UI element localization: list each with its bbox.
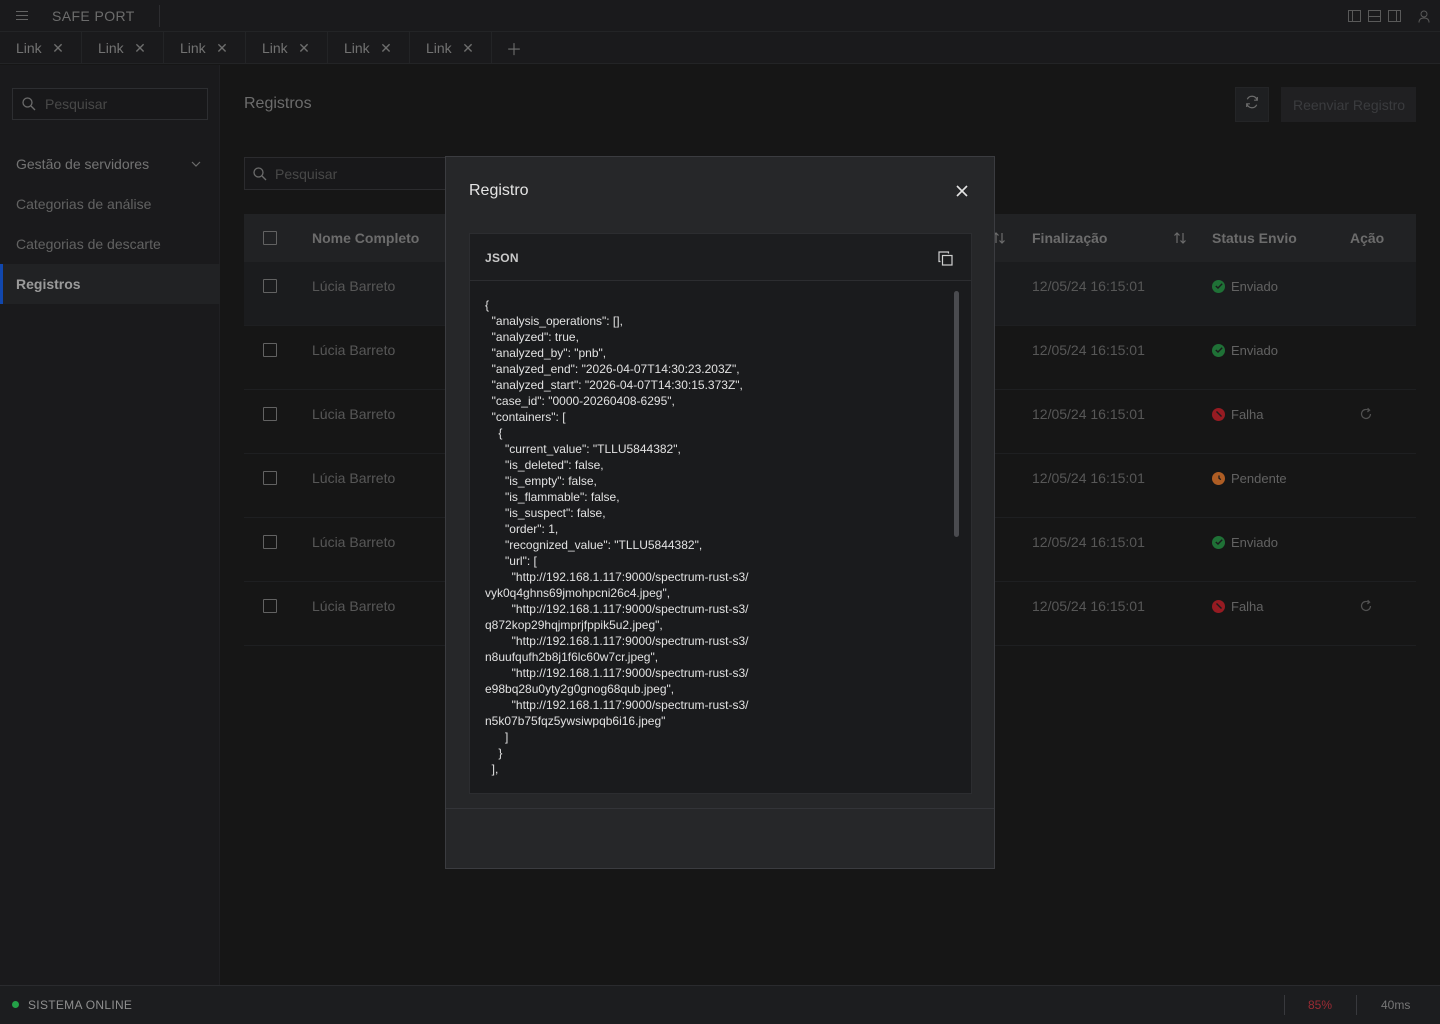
system-status: SISTEMA ONLINE: [28, 998, 133, 1012]
status-divider: [1284, 995, 1285, 1015]
close-icon[interactable]: [950, 179, 974, 203]
modal-title: Registro: [469, 182, 529, 199]
online-indicator-icon: [12, 1001, 19, 1008]
status-divider: [1356, 995, 1357, 1015]
latency: 40ms: [1381, 998, 1411, 1012]
modal-footer-divider: [446, 808, 994, 809]
status-bar: SISTEMA ONLINE 85% 40ms: [0, 985, 1440, 1024]
json-text: { "analysis_operations": [], "analyzed":…: [485, 298, 749, 776]
json-viewer: JSON { "analysis_operations": [], "analy…: [469, 233, 972, 794]
scrollbar-thumb[interactable]: [954, 291, 959, 537]
cpu-usage: 85%: [1308, 998, 1333, 1012]
json-viewer-header: JSON: [470, 234, 971, 281]
json-scrollbar[interactable]: [954, 291, 959, 791]
copy-icon[interactable]: [936, 249, 954, 267]
json-content[interactable]: { "analysis_operations": [], "analyzed":…: [485, 297, 945, 793]
record-modal: Registro JSON { "analysis_operations": […: [445, 156, 995, 869]
json-label: JSON: [485, 251, 519, 265]
